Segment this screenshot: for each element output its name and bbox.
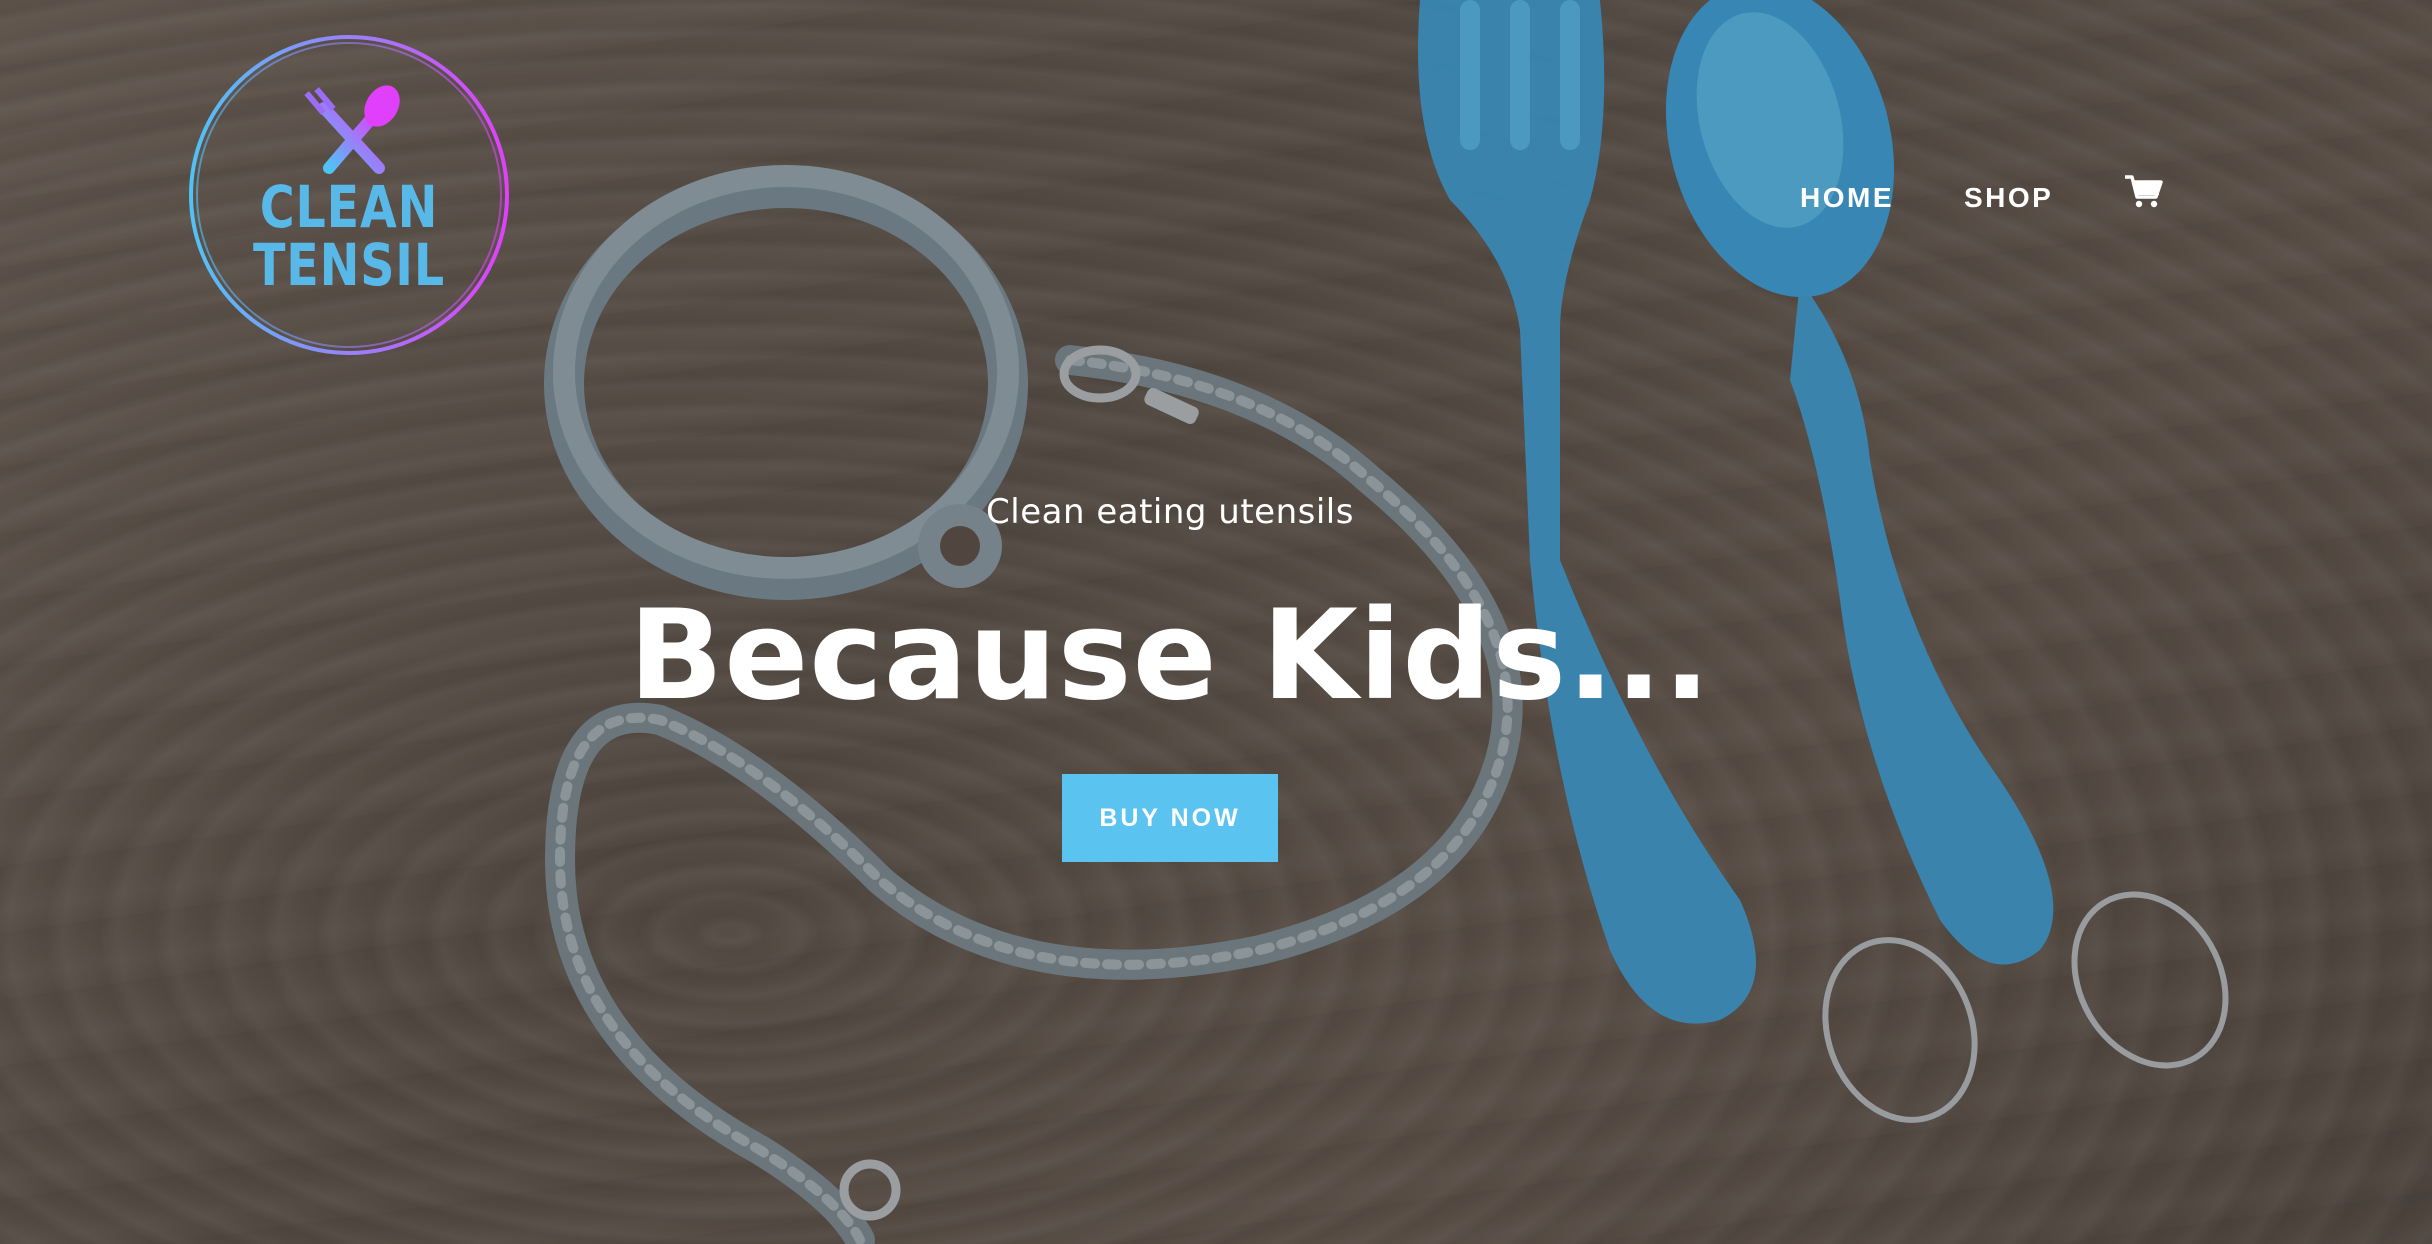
- brand-logo[interactable]: CLEAN TENSIL: [184, 28, 514, 362]
- logo-wordmark: CLEAN TENSIL: [214, 178, 485, 294]
- nav-home-link[interactable]: HOME: [1800, 182, 1894, 214]
- logo-line-2: TENSIL: [253, 231, 445, 299]
- hero-section: CLEAN TENSIL HOME SHOP Clean eating uten…: [0, 0, 2432, 1244]
- fork-spoon-icon: [304, 85, 400, 174]
- buy-now-button[interactable]: BUY NOW: [1062, 774, 1278, 862]
- hero-subtitle: Clean eating utensils: [986, 492, 1354, 532]
- cart-icon[interactable]: [2123, 173, 2164, 209]
- hero-headline: Because Kids...: [628, 584, 1712, 728]
- main-nav: HOME SHOP: [1800, 173, 2164, 220]
- nav-shop-link[interactable]: SHOP: [1964, 182, 2053, 214]
- logo-line-1: CLEAN: [259, 173, 439, 241]
